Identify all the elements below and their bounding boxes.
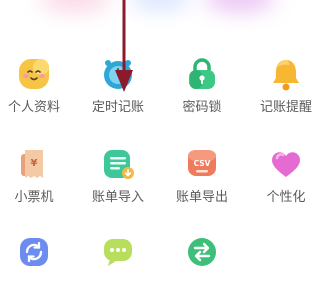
feature-bookkeeping-reminder[interactable]: 记账提醒 — [246, 56, 322, 128]
feature-label: 个人资料 — [7, 100, 60, 115]
feature-label: 个性化 — [266, 190, 306, 205]
feature-label: 小票机 — [14, 190, 54, 205]
feature-sync[interactable] — [0, 234, 74, 306]
feature-bill-export[interactable]: CSV 账单导出 — [162, 146, 242, 218]
sync-icon — [20, 238, 48, 266]
feature-label: 账单导出 — [175, 190, 228, 205]
feature-bill-import[interactable]: 账单导入 — [78, 146, 158, 218]
feature-swap[interactable] — [162, 234, 242, 306]
smiley-face-icon — [19, 59, 49, 89]
feature-label: 记账提醒 — [259, 100, 312, 115]
csv-badge-text: CSV — [194, 159, 211, 168]
feature-label: 密码锁 — [182, 100, 222, 115]
feature-scheduled-bookkeeping[interactable]: 定时记账 — [78, 56, 158, 128]
padlock-icon — [189, 58, 215, 89]
svg-text:¥: ¥ — [31, 158, 38, 169]
alarm-clock-icon — [104, 60, 132, 89]
feature-label: 定时记账 — [91, 100, 144, 115]
feature-grid: 个人资料 定时记账 密码锁 记账提醒 ¥ 小票机 账单导入 CSV 账单导出 个… — [0, 0, 322, 266]
receipt-printer-icon: ¥ — [21, 150, 43, 178]
feature-personal-info[interactable]: 个人资料 — [0, 56, 74, 128]
document-import-icon — [104, 150, 134, 179]
feature-password-lock[interactable]: 密码锁 — [162, 56, 242, 128]
chat-bubble-icon — [104, 239, 132, 266]
feature-chat[interactable] — [78, 234, 158, 306]
heart-icon — [271, 152, 301, 177]
feature-label: 账单导入 — [91, 190, 144, 205]
csv-export-icon: CSV — [188, 150, 216, 176]
swap-arrows-icon — [188, 238, 216, 266]
feature-personalization[interactable]: 个性化 — [246, 146, 322, 218]
bell-icon — [273, 60, 299, 91]
feature-receipt-printer[interactable]: ¥ 小票机 — [0, 146, 74, 218]
